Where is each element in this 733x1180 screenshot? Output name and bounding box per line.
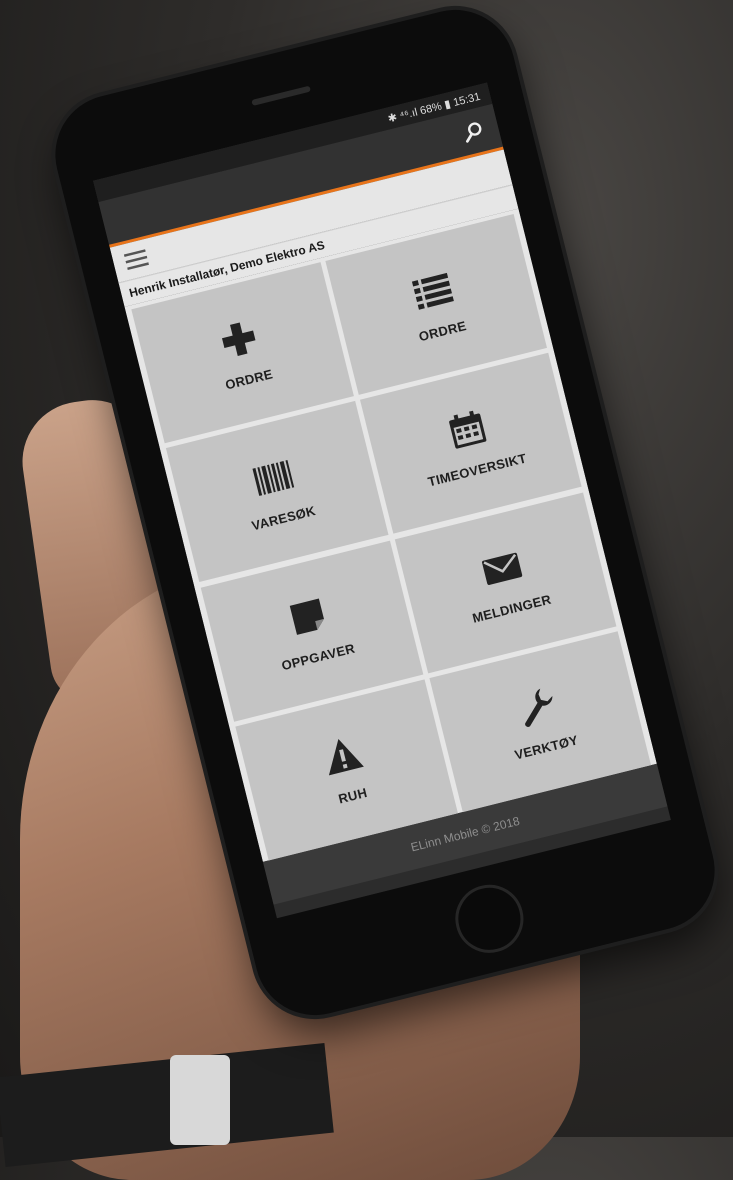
tile-label: ORDRE	[417, 317, 468, 344]
hamburger-menu-icon[interactable]	[123, 248, 150, 271]
tile-label: ORDRE	[223, 365, 275, 393]
wristwatch-face	[170, 1055, 230, 1145]
warning-icon	[329, 739, 365, 776]
search-icon[interactable]	[460, 118, 487, 145]
wrench-icon	[524, 688, 553, 728]
tile-label: TIMEOVERSIKT	[426, 450, 528, 490]
tile-label: MELDINGER	[470, 591, 553, 626]
tile-label: OPPGAVER	[279, 640, 357, 674]
calendar-icon	[448, 410, 487, 449]
home-button[interactable]	[448, 877, 531, 961]
tile-label: VARESØK	[249, 502, 318, 534]
tile-label: RUH	[336, 785, 369, 807]
plus-icon	[222, 321, 256, 356]
sticky-note-icon	[289, 598, 325, 635]
envelope-icon	[481, 552, 522, 585]
list-icon	[411, 272, 454, 310]
phone-speaker	[251, 85, 311, 106]
tile-label: VERKTØY	[513, 732, 580, 763]
barcode-icon	[252, 459, 295, 496]
